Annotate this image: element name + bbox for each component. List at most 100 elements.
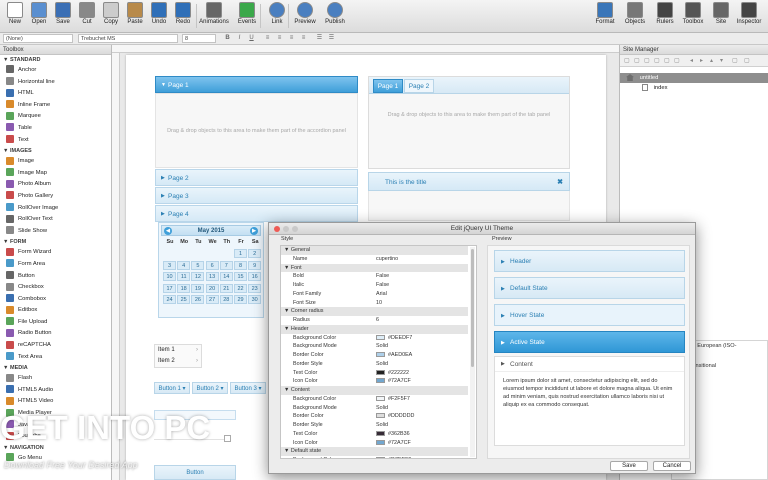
style-group-content[interactable]: ▼ Content — [281, 386, 468, 395]
style-property-row[interactable]: Icon Color #72A7CF — [281, 439, 468, 448]
animations-button[interactable]: Animations — [198, 2, 230, 31]
close-icon[interactable]: ✖ — [557, 173, 563, 192]
tree-item-index[interactable]: index — [620, 83, 768, 93]
property-value[interactable]: #D7EBF9 — [376, 456, 411, 458]
toolbox-item-image-map[interactable]: Image Map — [0, 168, 111, 180]
paste-button[interactable]: Paste — [122, 2, 148, 31]
property-value[interactable]: #DEEDF7 — [376, 334, 412, 343]
open-button[interactable]: Open — [26, 2, 52, 31]
datepicker-day[interactable]: 9 — [248, 260, 262, 270]
style-property-row[interactable]: Background Mode Solid — [281, 342, 468, 351]
style-group-general[interactable]: ▼ General — [281, 246, 468, 255]
list-icon[interactable]: ☰ — [316, 35, 323, 42]
datepicker-day[interactable]: 7 — [219, 260, 233, 270]
minimize-window-icon[interactable] — [283, 226, 289, 232]
tab-page-2[interactable]: Page 2 — [404, 79, 434, 93]
toolbox-item-combobox[interactable]: Combobox — [0, 294, 111, 306]
datepicker-day[interactable]: 25 — [177, 295, 191, 304]
toolbox-group-images[interactable]: ▼ IMAGES — [0, 146, 111, 156]
datepicker-day[interactable]: 3 — [163, 260, 176, 270]
style-property-row[interactable]: Border Color #DDDDDD — [281, 412, 468, 421]
toolbox-item-recaptcha[interactable]: reCAPTCHA — [0, 340, 111, 352]
button-1-dropdown[interactable]: Button 1 ▾ — [154, 382, 190, 394]
arrow-icon[interactable]: ▾ — [720, 58, 726, 64]
link-button[interactable]: Link — [264, 2, 290, 31]
property-value[interactable]: False — [376, 272, 389, 281]
datepicker-day[interactable]: 15 — [234, 272, 247, 281]
style-property-row[interactable]: Border Style Solid — [281, 421, 468, 430]
font-size-select[interactable]: 8 — [182, 34, 216, 43]
style-property-row[interactable]: Background Color #DEEDF7 — [281, 334, 468, 343]
style-group-corner-radius[interactable]: ▼ Corner radius — [281, 307, 468, 316]
style-group-default-state[interactable]: ▼ Default state — [281, 447, 468, 456]
preview-hover-state[interactable]: ▶ Hover State — [494, 304, 685, 326]
style-property-row[interactable]: Radius 6 — [281, 316, 468, 325]
datepicker-day[interactable]: 19 — [191, 283, 205, 293]
tool-icon[interactable]: ▢ — [744, 58, 750, 64]
toolbox-button[interactable]: Toolbox — [680, 2, 706, 31]
property-value[interactable]: 10 — [376, 299, 382, 308]
color-swatch[interactable] — [376, 413, 385, 419]
button-3-dropdown[interactable]: Button 3 ▾ — [230, 382, 266, 394]
arrow-icon[interactable]: ▸ — [700, 58, 706, 64]
accordion-page-3[interactable]: ▶ Page 3 — [155, 187, 358, 204]
toolbox-item-checkbox[interactable]: Checkbox — [0, 282, 111, 294]
accordion-drop-zone[interactable]: Drag & drop objects to this area to make… — [155, 93, 358, 168]
site-button[interactable]: Site — [708, 2, 734, 31]
datepicker-day[interactable]: 1 — [234, 249, 247, 258]
toolbox-item-rollover-image[interactable]: RollOver Image — [0, 203, 111, 215]
toolbox-group-standard[interactable]: ▼ STANDARD — [0, 55, 111, 65]
style-property-row[interactable]: Text Color #222222 — [281, 369, 468, 378]
datepicker-day[interactable]: 30 — [248, 295, 262, 304]
toolbox-group-form[interactable]: ▼ FORM — [0, 237, 111, 247]
datepicker-day[interactable]: 21 — [219, 283, 233, 293]
toolbox-item-photo-gallery[interactable]: Photo Gallery — [0, 191, 111, 203]
property-value[interactable]: #AED0EA — [376, 351, 412, 360]
style-group-font[interactable]: ▼ Font — [281, 263, 468, 273]
datepicker-day[interactable]: 24 — [163, 295, 176, 304]
style-property-row[interactable]: Font Size 10 — [281, 299, 468, 308]
chevron-left-icon[interactable]: ◀ — [164, 227, 172, 235]
preview-active-state[interactable]: ▶ Active State — [494, 331, 685, 353]
preview-default-state[interactable]: ▶ Default State — [494, 277, 685, 299]
datepicker-day[interactable]: 23 — [248, 283, 262, 293]
datepicker-day[interactable]: 29 — [234, 295, 247, 304]
color-swatch[interactable] — [376, 334, 385, 340]
toolbox-item-flash[interactable]: Flash — [0, 373, 111, 385]
save-button[interactable]: Save — [610, 461, 648, 471]
property-value[interactable]: #72A7CF — [376, 439, 411, 448]
style-property-row[interactable]: Bold False — [281, 272, 468, 281]
color-swatch[interactable] — [376, 369, 385, 375]
color-swatch[interactable] — [376, 378, 385, 384]
close-window-icon[interactable] — [274, 226, 280, 232]
copy-button[interactable]: Copy — [98, 2, 124, 31]
toolbox-item-text-area[interactable]: Text Area — [0, 352, 111, 364]
style-property-row[interactable]: Text Color #362B36 — [281, 430, 468, 439]
datepicker-day[interactable]: 27 — [205, 295, 219, 304]
datepicker-day[interactable]: 28 — [219, 295, 233, 304]
button-2-dropdown[interactable]: Button 2 ▾ — [192, 382, 228, 394]
color-swatch[interactable] — [376, 430, 385, 436]
datepicker-day[interactable]: 17 — [163, 283, 176, 293]
datepicker-day[interactable]: 8 — [234, 260, 247, 270]
list-numbered-icon[interactable]: ☰ — [328, 35, 335, 42]
datepicker-day[interactable]: 16 — [248, 272, 262, 281]
cut-button[interactable]: Cut — [74, 2, 100, 31]
toolbox-item-radio-button[interactable]: Radio Button — [0, 328, 111, 340]
datepicker-day[interactable]: 6 — [205, 260, 219, 270]
menu-item-1[interactable]: Item 1 › — [155, 345, 201, 356]
align-right-icon[interactable]: ≡ — [288, 35, 295, 42]
style-property-row[interactable]: Italic False — [281, 281, 468, 290]
style-property-row[interactable]: Background Color #D7EBF9 — [281, 456, 468, 458]
property-value[interactable]: Solid — [376, 342, 388, 351]
toolbox-item-html5-audio[interactable]: HTML5 Audio — [0, 385, 111, 397]
datepicker-day[interactable]: 12 — [191, 272, 205, 281]
property-value[interactable]: Solid — [376, 404, 388, 413]
publish-button[interactable]: Publish — [322, 2, 348, 31]
dialog-widget-title[interactable]: This is the title ✖ — [368, 172, 570, 191]
scrollbar[interactable] — [470, 247, 475, 457]
color-swatch[interactable] — [376, 457, 385, 458]
cancel-button[interactable]: Cancel — [653, 461, 691, 471]
property-value[interactable]: 6 — [376, 316, 379, 325]
style-group-header[interactable]: ▼ Header — [281, 324, 468, 334]
